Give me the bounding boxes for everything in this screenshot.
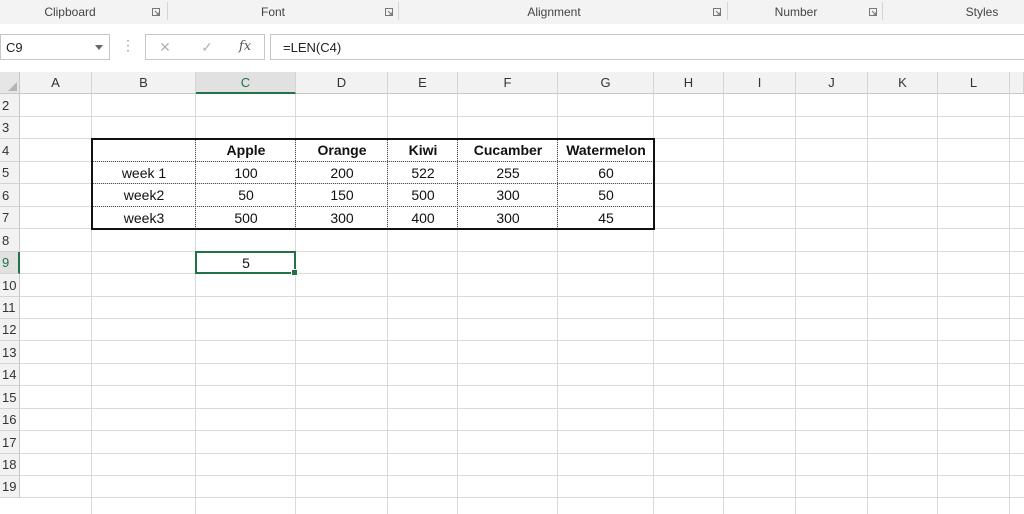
column-header-k[interactable]: K [868,72,938,94]
select-all-button[interactable] [0,72,20,94]
column-header-partial [1010,72,1024,94]
gridline-vertical [937,94,938,514]
column-header-c[interactable]: C [196,72,296,94]
column-header-j[interactable]: J [796,72,868,94]
gridline-horizontal [20,251,1024,252]
ribbon-group-clipboard: Clipboard [44,5,96,19]
column-header-h[interactable]: H [654,72,724,94]
row-header-9[interactable]: 9 [0,252,20,274]
formula-input[interactable]: =LEN(C4) [270,34,1024,60]
row-header-4[interactable]: 4 [0,139,20,162]
worksheet-grid[interactable]: ABCDEFGHIJKL 2 3 4 5 6 7 8 9 10 11 12 13 14 15 16 17 18 1… [0,72,1024,514]
column-header-a[interactable]: A [20,72,92,94]
row-header-19[interactable]: 19 [0,476,20,498]
formula-bar: C9 ⋮ ✕ ✓ fx =LEN(C4) [0,24,1024,70]
row-header-17[interactable]: 17 [0,431,20,454]
formula-bar-grip-icon[interactable]: ⋮ [121,38,135,52]
column-header-d[interactable]: D [296,72,388,94]
row-header-8[interactable]: 8 [0,229,20,252]
column-header-g[interactable]: G [558,72,654,94]
gridline-horizontal [20,385,1024,386]
gridline-horizontal [20,497,1024,498]
gridline-vertical [867,94,868,514]
row-header-5[interactable]: 5 [0,162,20,184]
gridline-horizontal [20,430,1024,431]
gridline-horizontal [20,453,1024,454]
ribbon-group-font: Font [260,5,285,19]
column-header-b[interactable]: B [92,72,196,94]
row-header-13[interactable]: 13 [0,341,20,364]
font-dialog-launcher-icon[interactable] [385,8,393,16]
gridline-horizontal [20,408,1024,409]
gridline-vertical [723,94,724,514]
gridline-horizontal [20,475,1024,476]
formula-text: =LEN(C4) [283,40,342,55]
formula-buttons: ✕ ✓ fx [145,34,265,60]
name-box[interactable]: C9 [0,34,110,60]
gridline-horizontal [20,340,1024,341]
row-header-14[interactable]: 14 [0,364,20,386]
ribbon-separator [882,2,883,20]
ribbon-group-styles: Styles [965,5,999,19]
row-header-12[interactable]: 12 [0,319,20,341]
cell-c9-value: 5 [242,255,250,271]
column-header-e[interactable]: E [388,72,458,94]
select-all-triangle-icon [8,82,17,91]
row-header-15[interactable]: 15 [0,386,20,409]
number-dialog-launcher-icon[interactable] [869,8,877,16]
table-outer-border [91,138,655,230]
chevron-down-icon[interactable] [95,45,103,50]
ribbon-group-alignment: Alignment [527,5,581,19]
cancel-x-icon[interactable]: ✕ [154,38,176,56]
column-header-f[interactable]: F [458,72,558,94]
row-header-7[interactable]: 7 [0,207,20,229]
row-header-16[interactable]: 16 [0,409,20,431]
gridline-horizontal [20,363,1024,364]
row-header-6[interactable]: 6 [0,184,20,207]
gridline-horizontal [20,318,1024,319]
enter-check-icon[interactable]: ✓ [196,38,218,56]
row-header-11[interactable]: 11 [0,297,20,319]
gridline-vertical [795,94,796,514]
row-header-10[interactable]: 10 [0,274,20,297]
insert-function-icon[interactable]: fx [234,38,256,56]
gridline-horizontal [20,296,1024,297]
clipboard-dialog-launcher-icon[interactable] [152,8,160,16]
name-box-value: C9 [6,40,23,55]
ribbon-group-number: Number [774,5,818,19]
column-header-l[interactable]: L [938,72,1010,94]
row-header-2[interactable]: 2 [0,94,20,117]
gridline-vertical [1009,94,1010,514]
ribbon-group-bar: Clipboard Font Alignment Number Styles [0,0,1024,25]
row-header-18[interactable]: 18 [0,454,20,476]
gridline-horizontal [20,116,1024,117]
row-header-3[interactable]: 3 [0,117,20,139]
alignment-dialog-launcher-icon[interactable] [713,8,721,16]
column-header-i[interactable]: I [724,72,796,94]
gridline-horizontal [20,273,1024,274]
